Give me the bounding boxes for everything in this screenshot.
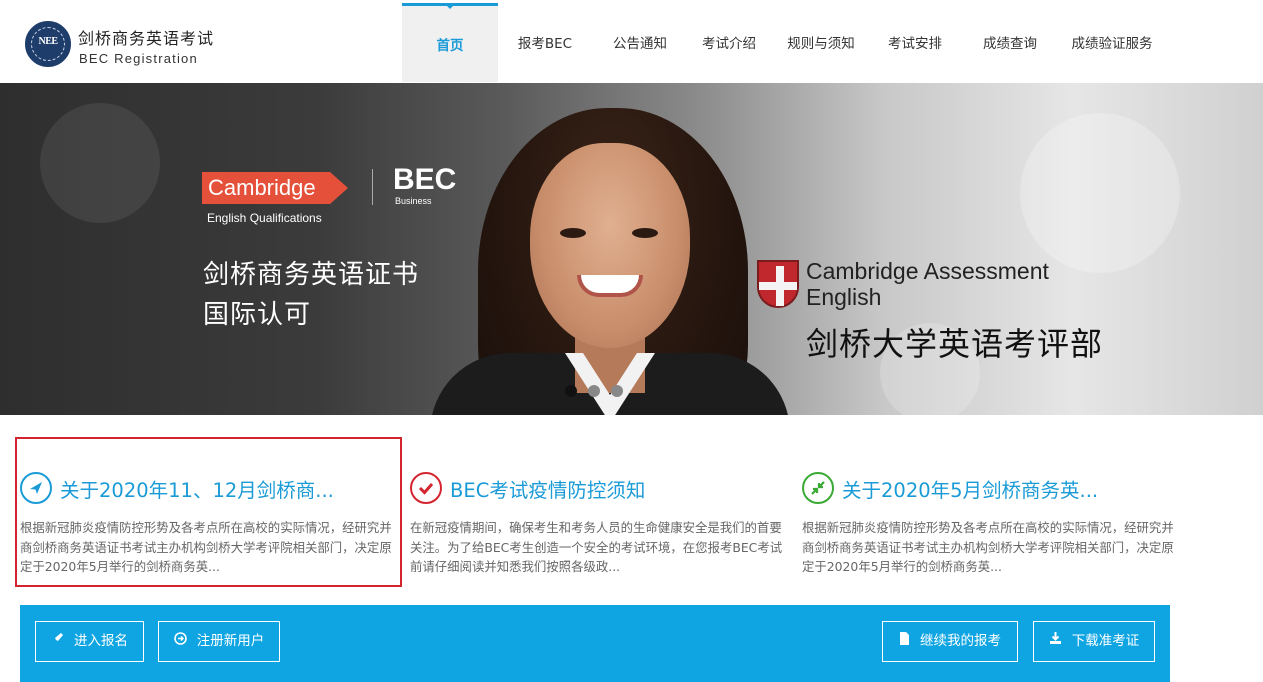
download-icon: [1049, 622, 1062, 661]
logo-text: NEE: [38, 36, 58, 47]
card-title[interactable]: BEC考试疫情防控须知: [450, 474, 645, 503]
carousel-dot-3[interactable]: [611, 385, 623, 397]
nav-item-score-verification[interactable]: 成绩验证服务: [1062, 3, 1162, 82]
card-summary: 根据新冠肺炎疫情防控形势及各考点所在高校的实际情况，经研究并商剑桥商务英语证书考…: [802, 520, 1174, 574]
collapse-arrows-icon: [802, 472, 834, 504]
button-label: 进入报名: [74, 633, 128, 649]
nav-item-schedule[interactable]: 考试安排: [872, 3, 958, 82]
nav-item-home[interactable]: 首页: [402, 3, 498, 82]
button-label: 继续我的报考: [920, 633, 1001, 649]
nav-item-exam-intro[interactable]: 考试介绍: [688, 3, 770, 82]
cambridge-crest-icon: [757, 260, 799, 308]
english-qualifications-text: English Qualifications: [207, 211, 322, 225]
cae-title: Cambridge Assessment: [806, 258, 1049, 284]
hero-banner[interactable]: Cambridge English Qualifications BEC Bus…: [0, 83, 1263, 415]
nee-logo-icon[interactable]: NEE: [25, 21, 71, 67]
navigation-arrow-icon: [20, 472, 52, 504]
nav-item-rules[interactable]: 规则与须知: [770, 3, 872, 82]
brand-title-en[interactable]: BEC Registration: [79, 51, 198, 66]
nav-item-score-query[interactable]: 成绩查询: [958, 3, 1062, 82]
card-title[interactable]: 关于2020年5月剑桥商务英...: [842, 474, 1098, 503]
carousel-indicators: [565, 385, 623, 397]
carousel-dot-2[interactable]: [588, 385, 600, 397]
cambridge-logo: Cambridge: [202, 172, 348, 204]
card-summary: 根据新冠肺炎疫情防控形势及各考点所在高校的实际情况，经研究并商剑桥商务英语证书考…: [20, 520, 392, 574]
site-header: NEE 剑桥商务英语考试 BEC Registration 首页 报考BEC 公…: [0, 0, 1263, 82]
enter-registration-button[interactable]: 进入报名: [35, 621, 144, 662]
business-text: Business: [395, 196, 432, 206]
download-admission-button[interactable]: 下载准考证: [1033, 621, 1155, 662]
check-icon: [410, 472, 442, 504]
bec-logo-text: BEC: [393, 163, 457, 196]
banner-slogan-line2: 国际认可: [203, 300, 312, 330]
news-card-1[interactable]: 关于2020年11、12月剑桥商... 根据新冠肺炎疫情防控形势及各考点所在高校…: [20, 462, 400, 577]
button-label: 下载准考证: [1071, 633, 1140, 649]
document-icon: [899, 622, 910, 661]
circle-arrow-icon: [173, 622, 187, 661]
card-title[interactable]: 关于2020年11、12月剑桥商...: [60, 474, 334, 503]
card-summary: 在新冠疫情期间，确保考生和考务人员的生命健康安全是我们的首要关注。为了给BEC考…: [410, 520, 783, 574]
nav-item-announcements[interactable]: 公告通知: [592, 3, 688, 82]
banner-slogan: 剑桥商务英语证书 国际认可: [203, 255, 419, 335]
cae-subtitle: English: [806, 284, 882, 310]
rocket-icon: [51, 622, 64, 661]
nav-item-register-bec[interactable]: 报考BEC: [498, 3, 592, 82]
main-nav: 首页 报考BEC 公告通知 考试介绍 规则与须知 考试安排 成绩查询 成绩验证服…: [402, 3, 1162, 82]
news-card-2[interactable]: BEC考试疫情防控须知 在新冠疫情期间，确保考生和考务人员的生命健康安全是我们的…: [410, 462, 790, 577]
news-card-3[interactable]: 关于2020年5月剑桥商务英... 根据新冠肺炎疫情防控形势及各考点所在高校的实…: [802, 462, 1182, 577]
logo-divider: [372, 169, 373, 205]
carousel-dot-1[interactable]: [565, 385, 577, 397]
cae-title-cn: 剑桥大学英语考评部: [806, 325, 1104, 363]
continue-registration-button[interactable]: 继续我的报考: [882, 621, 1018, 662]
register-new-user-button[interactable]: 注册新用户: [158, 621, 280, 662]
brand-title-cn[interactable]: 剑桥商务英语考试: [78, 25, 214, 49]
banner-slogan-line1: 剑桥商务英语证书: [203, 260, 420, 290]
action-bar: 进入报名 注册新用户 继续我的报考 下载准考证: [20, 605, 1170, 682]
button-label: 注册新用户: [196, 633, 265, 649]
